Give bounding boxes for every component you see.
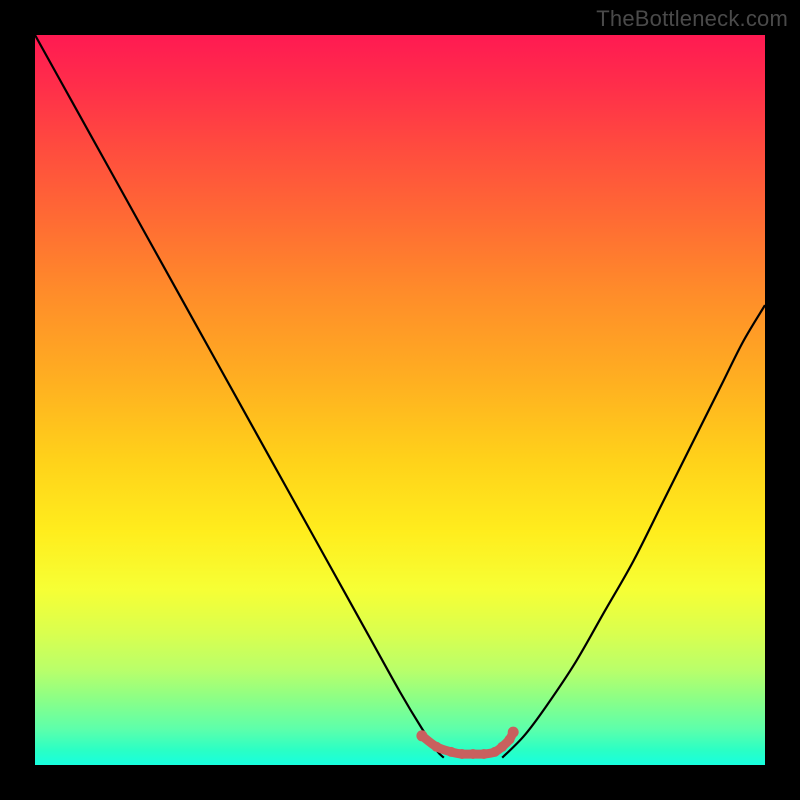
accent-dot xyxy=(508,727,519,738)
accent-dot xyxy=(468,749,478,759)
plot-area xyxy=(35,35,765,765)
accent-dot xyxy=(432,742,442,752)
left-curve-path xyxy=(35,35,444,758)
watermark-text: TheBottleneck.com xyxy=(596,6,788,32)
chart-frame: TheBottleneck.com xyxy=(0,0,800,800)
accent-dot xyxy=(497,742,507,752)
accent-dot xyxy=(457,749,467,759)
accent-dot xyxy=(479,749,489,759)
right-curve-path xyxy=(502,305,765,758)
accent-dot xyxy=(416,730,427,741)
curve-layer xyxy=(35,35,765,765)
accent-dot xyxy=(446,747,456,757)
